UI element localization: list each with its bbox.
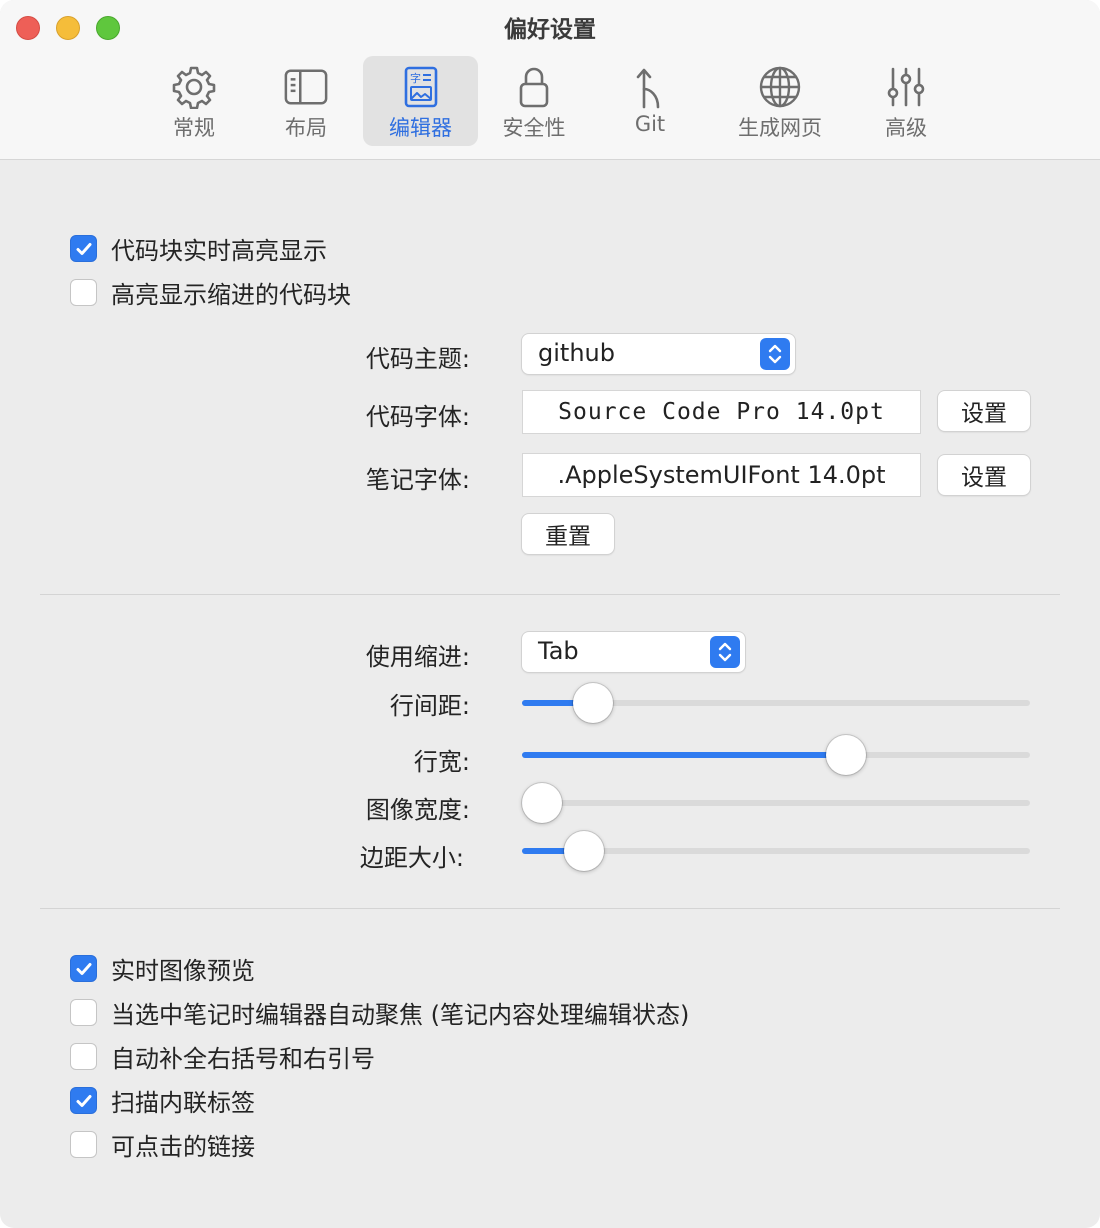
tab-label: 生成网页 bbox=[738, 116, 822, 140]
sliders-icon bbox=[883, 64, 929, 110]
editor-icon: 字 bbox=[398, 64, 444, 110]
tab-security[interactable]: 安全性 bbox=[490, 56, 578, 146]
chevron-up-down-icon bbox=[760, 338, 790, 370]
code-theme-popup[interactable]: github bbox=[522, 334, 795, 374]
svg-text:字: 字 bbox=[410, 71, 421, 85]
gear-icon bbox=[171, 64, 217, 110]
globe-icon bbox=[757, 64, 803, 110]
checkbox-scan-inline-tags[interactable]: 扫描内联标签 bbox=[70, 1083, 255, 1118]
image-width-label: 图像宽度: bbox=[365, 796, 470, 824]
note-font-set-button[interactable]: 设置 bbox=[938, 455, 1030, 495]
indent-popup[interactable]: Tab bbox=[522, 632, 745, 672]
code-font-label: 代码字体: bbox=[365, 403, 470, 431]
checkbox-label: 当选中笔记时编辑器自动聚焦 (笔记内容处理编辑状态) bbox=[111, 1001, 690, 1029]
checkbox[interactable] bbox=[70, 1087, 97, 1114]
git-branch-icon bbox=[627, 64, 673, 110]
checkbox-autocomplete-brackets[interactable]: 自动补全右括号和右引号 bbox=[70, 1039, 375, 1074]
indent-value: Tab bbox=[538, 637, 579, 665]
chevron-up-down-icon bbox=[710, 636, 740, 668]
slider-fill bbox=[522, 752, 847, 758]
tab-git[interactable]: Git bbox=[606, 56, 694, 146]
lock-icon bbox=[511, 64, 557, 110]
slider-track bbox=[522, 800, 1030, 806]
checkbox[interactable] bbox=[70, 1043, 97, 1070]
line-spacing-label: 行间距: bbox=[389, 692, 470, 720]
tab-general[interactable]: 常规 bbox=[150, 56, 238, 146]
line-width-slider[interactable] bbox=[522, 735, 1030, 775]
preferences-window: 偏好设置 常规 布局 字 编辑器 安全性 Git 生成网页 高级 代码块实时高亮… bbox=[0, 0, 1100, 1228]
tab-label: 常规 bbox=[173, 116, 215, 140]
slider-knob[interactable] bbox=[573, 683, 614, 723]
checkbox-live-image-preview[interactable]: 实时图像预览 bbox=[70, 951, 255, 986]
line-width-label: 行宽: bbox=[413, 748, 470, 776]
tab-editor[interactable]: 字 编辑器 bbox=[363, 56, 478, 146]
tab-generate-webpage[interactable]: 生成网页 bbox=[722, 56, 838, 146]
checkbox-highlight-indented-code[interactable]: 高亮显示缩进的代码块 bbox=[70, 275, 351, 310]
sidebar-layout-icon bbox=[283, 64, 329, 110]
checkbox-live-code-highlight[interactable]: 代码块实时高亮显示 bbox=[70, 231, 327, 266]
checkbox-label: 可点击的链接 bbox=[111, 1133, 255, 1161]
checkbox[interactable] bbox=[70, 279, 97, 306]
checkbox-autofocus-editor[interactable]: 当选中笔记时编辑器自动聚焦 (笔记内容处理编辑状态) bbox=[70, 995, 689, 1030]
checkbox-label: 代码块实时高亮显示 bbox=[111, 237, 327, 265]
image-width-slider[interactable] bbox=[522, 783, 1030, 823]
checkbox[interactable] bbox=[70, 955, 97, 982]
tab-layout[interactable]: 布局 bbox=[262, 56, 350, 146]
slider-knob[interactable] bbox=[522, 783, 562, 823]
tab-label: 布局 bbox=[285, 116, 327, 140]
code-theme-value: github bbox=[538, 339, 615, 367]
slider-knob[interactable] bbox=[826, 735, 867, 775]
checkbox[interactable] bbox=[70, 1131, 97, 1158]
code-font-set-button[interactable]: 设置 bbox=[938, 391, 1030, 431]
checkbox[interactable] bbox=[70, 235, 97, 262]
toolbar: 偏好设置 常规 布局 字 编辑器 安全性 Git 生成网页 高级 bbox=[0, 0, 1100, 160]
code-theme-label: 代码主题: bbox=[365, 345, 470, 373]
section-divider bbox=[40, 908, 1060, 909]
note-font-field: .AppleSystemUIFont 14.0pt bbox=[523, 454, 920, 496]
indent-label: 使用缩进: bbox=[365, 643, 470, 671]
margin-size-label: 边距大小: bbox=[359, 844, 464, 872]
slider-knob[interactable] bbox=[564, 831, 605, 871]
tab-label: 安全性 bbox=[502, 116, 566, 140]
tab-label: 高级 bbox=[885, 116, 927, 140]
tab-advanced[interactable]: 高级 bbox=[862, 56, 950, 146]
window-title: 偏好设置 bbox=[504, 17, 596, 43]
margin-size-slider[interactable] bbox=[522, 831, 1030, 871]
checkbox-label: 实时图像预览 bbox=[111, 957, 255, 985]
checkbox-label: 扫描内联标签 bbox=[111, 1089, 255, 1117]
checkbox-clickable-links[interactable]: 可点击的链接 bbox=[70, 1127, 255, 1162]
checkbox[interactable] bbox=[70, 999, 97, 1026]
reset-button[interactable]: 重置 bbox=[522, 514, 614, 554]
checkbox-label: 高亮显示缩进的代码块 bbox=[111, 281, 351, 309]
line-spacing-slider[interactable] bbox=[522, 683, 1030, 723]
editor-settings-pane: 代码块实时高亮显示 高亮显示缩进的代码块 代码主题: github 代码字体: … bbox=[0, 161, 1100, 1228]
note-font-label: 笔记字体: bbox=[365, 466, 470, 494]
tab-label: 编辑器 bbox=[389, 116, 452, 140]
code-font-field: Source Code Pro 14.0pt bbox=[523, 391, 920, 433]
section-divider bbox=[40, 594, 1060, 595]
tab-label: Git bbox=[634, 112, 666, 136]
checkbox-label: 自动补全右括号和右引号 bbox=[111, 1045, 375, 1073]
